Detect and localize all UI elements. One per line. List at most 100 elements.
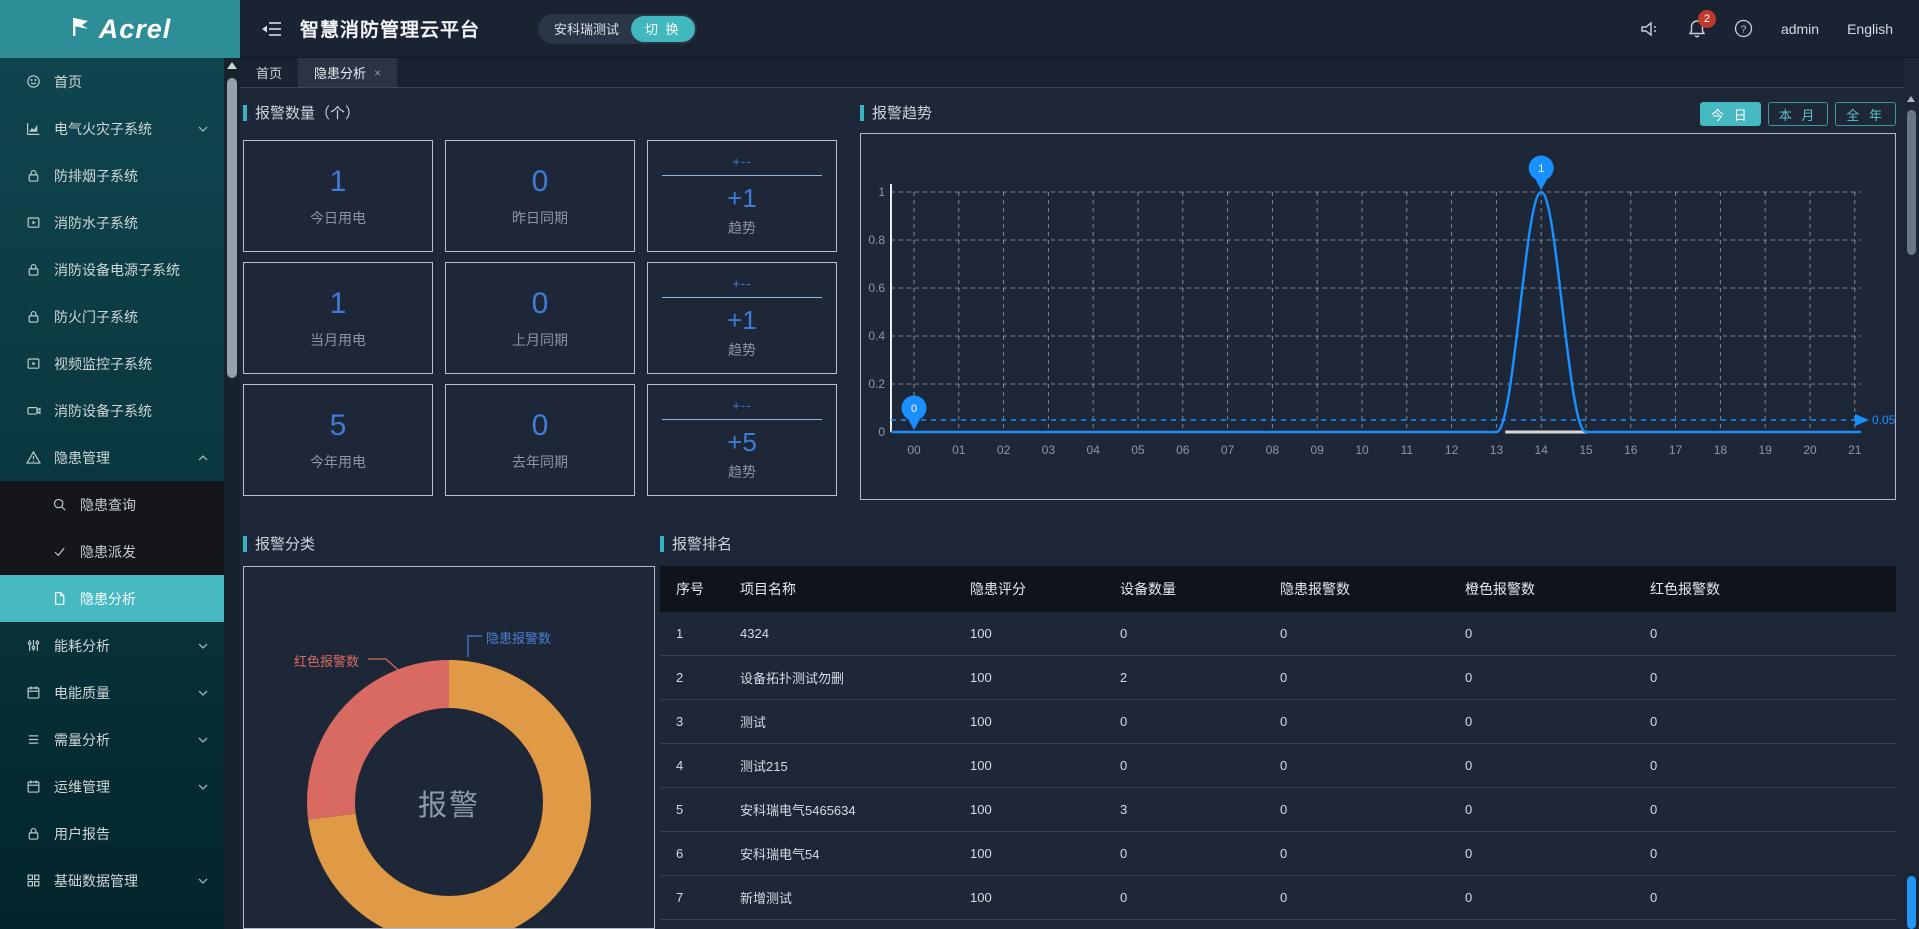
page-title: 智慧消防管理云平台 <box>300 15 480 42</box>
help-icon[interactable]: ? <box>1734 19 1753 38</box>
sidebar-nav: 首页 电气火灾子系统 防排烟子系统 消防水子系统 消防设备电源子系统 防火门子系… <box>0 58 224 929</box>
table-row-5[interactable]: 6安科瑞电气541000000 <box>660 832 1896 876</box>
table-cell: 设备拓扑测试勿删 <box>740 668 970 687</box>
sidebar-item-8[interactable]: 隐患管理 <box>0 434 224 481</box>
trend-value: +1 <box>727 184 757 213</box>
chevron-down-icon <box>198 878 208 884</box>
bell-icon[interactable]: 2 <box>1688 19 1706 38</box>
alarm-ranking-section-title: 报警排名 <box>660 533 732 554</box>
stat-label: 去年同期 <box>512 452 568 472</box>
sidebar-item-7[interactable]: 消防设备子系统 <box>0 387 224 434</box>
table-cell: 0 <box>1280 626 1465 641</box>
sidebar-item-14[interactable]: 基础数据管理 <box>0 857 224 904</box>
table-cell: 0 <box>1650 802 1896 817</box>
svg-text:19: 19 <box>1759 443 1773 457</box>
table-cell: 0 <box>1280 846 1465 861</box>
range-button-1[interactable]: 本 月 <box>1768 102 1829 126</box>
user-menu[interactable]: admin <box>1781 21 1819 37</box>
stat-label: 当月用电 <box>310 330 366 350</box>
camera-icon <box>26 403 42 419</box>
table-cell: 0 <box>1280 670 1465 685</box>
table-cell: 0 <box>1650 714 1896 729</box>
sidebar-item-11[interactable]: 需量分析 <box>0 716 224 763</box>
stat-card-6: 5 今年用电 <box>243 384 433 496</box>
sliders-icon <box>26 638 42 654</box>
sidebar-item-6[interactable]: 视频监控子系统 <box>0 340 224 387</box>
tab-close-icon[interactable]: × <box>374 66 381 80</box>
svg-text:12: 12 <box>1445 443 1459 457</box>
table-row-2[interactable]: 3测试1000000 <box>660 700 1896 744</box>
switch-project-button[interactable]: 切 换 <box>631 16 695 42</box>
column-header-4: 隐患报警数 <box>1280 579 1465 599</box>
sidebar-scroll-up-icon[interactable] <box>227 62 237 69</box>
scroll-thumb[interactable] <box>1907 110 1916 255</box>
svg-text:1: 1 <box>1538 163 1544 175</box>
column-header-5: 橙色报警数 <box>1465 579 1650 599</box>
lock-icon <box>26 168 42 184</box>
svg-text:21: 21 <box>1848 443 1862 457</box>
stat-value: 0 <box>532 409 549 442</box>
table-cell: 100 <box>970 802 1120 817</box>
range-button-0[interactable]: 今 日 <box>1700 102 1761 126</box>
trend-card-8: +-- +5 趋势 <box>647 384 837 496</box>
language-toggle[interactable]: English <box>1847 21 1893 37</box>
tab-0[interactable]: 首页 <box>240 58 298 87</box>
stat-card-7: 0 去年同期 <box>445 384 635 496</box>
scroll-up-icon[interactable] <box>1907 96 1915 102</box>
sidebar-item-2[interactable]: 防排烟子系统 <box>0 152 224 199</box>
sidebar-scroll-thumb[interactable] <box>227 78 237 378</box>
svg-text:06: 06 <box>1176 443 1190 457</box>
sidebar-collapse-icon[interactable] <box>262 21 282 37</box>
sidebar-scrollbar[interactable] <box>224 58 240 929</box>
trend-divider <box>662 297 822 298</box>
table-cell: 100 <box>970 890 1120 905</box>
tab-1[interactable]: 隐患分析 × <box>298 58 397 87</box>
alarm-count-cards: 1 今日用电 0 昨日同期 +-- +1 趋势 1 当月用电 0 上月同期 +-… <box>243 140 837 496</box>
sidebar-item-0[interactable]: 首页 <box>0 58 224 105</box>
app-window: Acrel 智慧消防管理云平台 安科瑞测试 切 换 2 ? admin Engl… <box>0 0 1919 929</box>
column-header-6: 红色报警数 <box>1650 579 1896 599</box>
table-cell: 100 <box>970 758 1120 773</box>
sidebar-item-4[interactable]: 消防设备电源子系统 <box>0 246 224 293</box>
sidebar-item-13[interactable]: 用户报告 <box>0 810 224 857</box>
sidebar-item-12[interactable]: 运维管理 <box>0 763 224 810</box>
table-cell: 0 <box>1120 890 1280 905</box>
table-row-0[interactable]: 143241000000 <box>660 612 1896 656</box>
search-icon <box>52 497 68 513</box>
section-accent-bar <box>243 536 247 552</box>
column-header-2: 隐患评分 <box>970 579 1120 599</box>
table-cell: 3 <box>676 714 740 729</box>
stat-value: 5 <box>330 409 347 442</box>
trend-card-5: +-- +1 趋势 <box>647 262 837 374</box>
range-button-2[interactable]: 全 年 <box>1835 102 1896 126</box>
sidebar-subitem-8-0[interactable]: 隐患查询 <box>0 481 224 528</box>
speaker-icon[interactable] <box>1640 20 1660 38</box>
svg-text:01: 01 <box>952 443 966 457</box>
svg-text:0.05: 0.05 <box>1872 413 1895 427</box>
home-icon <box>26 74 42 90</box>
table-row-3[interactable]: 4测试2151000000 <box>660 744 1896 788</box>
sidebar-subitem-8-1[interactable]: 隐患派发 <box>0 528 224 575</box>
sidebar-subitem-8-2[interactable]: 隐患分析 <box>0 575 224 622</box>
sidebar-item-9[interactable]: 能耗分析 <box>0 622 224 669</box>
table-row-1[interactable]: 2设备拓扑测试勿删1002000 <box>660 656 1896 700</box>
chevron-down-icon <box>198 690 208 696</box>
chevron-down-icon <box>198 784 208 790</box>
sidebar-item-5[interactable]: 防火门子系统 <box>0 293 224 340</box>
sidebar-item-10[interactable]: 电能质量 <box>0 669 224 716</box>
table-cell: 0 <box>1465 626 1650 641</box>
sidebar-item-1[interactable]: 电气火灾子系统 <box>0 105 224 152</box>
table-row-6[interactable]: 7新增测试1000000 <box>660 876 1896 920</box>
grid-icon <box>26 873 42 889</box>
sidebar-item-3[interactable]: 消防水子系统 <box>0 199 224 246</box>
sidebar-submenu: 隐患查询 隐患派发 隐患分析 <box>0 481 224 622</box>
svg-text:10: 10 <box>1355 443 1369 457</box>
svg-text:07: 07 <box>1221 443 1235 457</box>
window-scrollbar[interactable] <box>1904 58 1919 929</box>
table-row-4[interactable]: 5安科瑞电气54656341003000 <box>660 788 1896 832</box>
video-icon <box>26 215 42 231</box>
table-cell: 0 <box>1280 714 1465 729</box>
chart-icon <box>26 121 42 137</box>
scroll-thumb-active[interactable] <box>1907 876 1916 929</box>
alarm-category-section-title: 报警分类 <box>243 533 315 554</box>
